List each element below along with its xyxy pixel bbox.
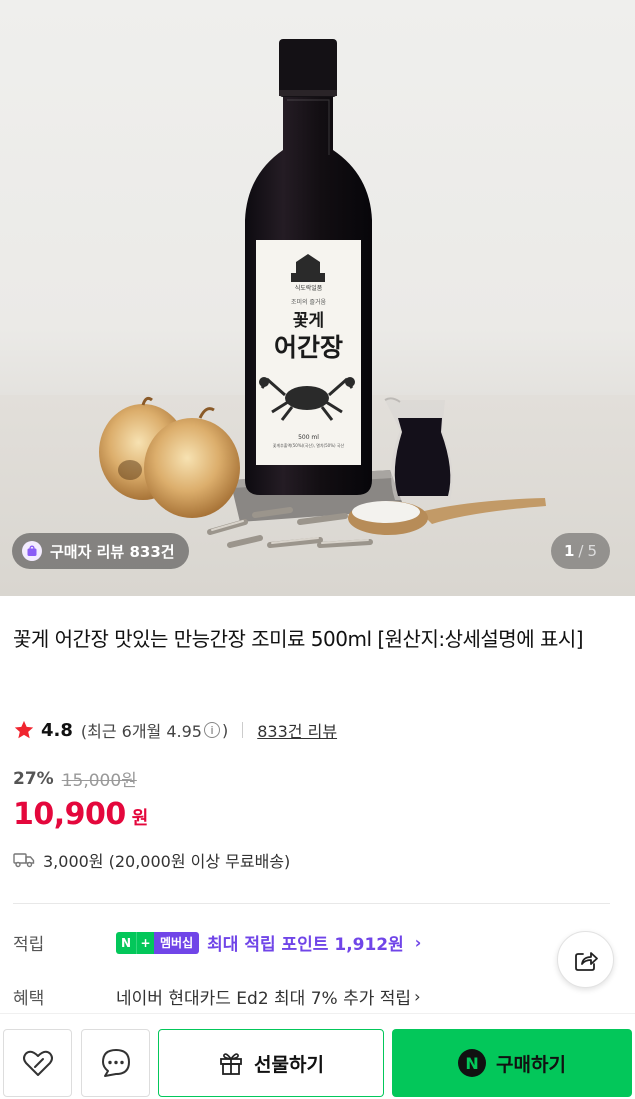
benefit-row[interactable]: 혜택 네이버 현대카드 Ed2 최대 7% 추가 적립 › xyxy=(13,984,420,1009)
share-button[interactable] xyxy=(557,931,614,988)
pager-total: 5 xyxy=(587,542,598,560)
like-button[interactable] xyxy=(3,1029,72,1097)
salt-spoon xyxy=(348,498,546,535)
pager-separator: / xyxy=(578,542,584,560)
recent-rating-suffix: ) xyxy=(222,720,229,740)
rating-score: 4.8 xyxy=(41,719,73,741)
membership-info[interactable]: N + 멤버십 최대 적립 포인트 1,912원 › xyxy=(116,930,421,955)
pager-current: 1 xyxy=(563,542,575,560)
chevron-right-icon: › xyxy=(414,987,421,1006)
soy-pitcher xyxy=(384,397,453,500)
points-label: 적립 xyxy=(13,935,45,955)
recent-rating-prefix: (최근 6개월 4.95 xyxy=(80,722,202,741)
discount-rate: 27% xyxy=(13,768,54,789)
bottle-brand: 식도락일품 xyxy=(294,285,323,292)
buy-label: 구매하기 xyxy=(496,1053,566,1076)
currency-unit: 원 xyxy=(131,808,149,829)
membership-badge-text: 멤버십 xyxy=(154,931,200,954)
membership-badge: N + 멤버십 xyxy=(116,931,200,954)
benefit-label: 혜택 xyxy=(13,989,45,1009)
sale-price: 10,900 xyxy=(13,797,126,832)
gift-label: 선물하기 xyxy=(254,1053,324,1076)
chat-icon xyxy=(101,1049,130,1077)
buy-button[interactable]: N 구매하기 xyxy=(392,1029,632,1097)
max-points-text[interactable]: 최대 적립 포인트 1,912원 xyxy=(207,930,404,955)
truck-icon xyxy=(13,853,35,868)
rating-divider xyxy=(242,722,244,738)
membership-badge-plus: + xyxy=(136,931,154,954)
soy-sauce-bottle xyxy=(245,39,372,495)
talk-button[interactable] xyxy=(81,1029,150,1097)
bottle-volume: 500 ml xyxy=(298,434,319,441)
product-image[interactable]: 식도락일품 조미의 즐거움 꽃게 어간장 500 ml 꽃게추출액(50%)(국… xyxy=(0,0,635,596)
bottom-action-bar: 선물하기 N 구매하기 xyxy=(0,1013,635,1099)
naver-logo-icon: N xyxy=(458,1049,487,1077)
heart-icon xyxy=(22,1050,53,1076)
rating-row: 4.8 (최근 6개월 4.95 i ) 833건 리뷰 xyxy=(13,715,337,745)
product-title: 꽃게 어간장 맛있는 만능간장 조미료 500ml [원산지:상세설명에 표시] xyxy=(13,627,584,651)
buyer-review-badge[interactable]: 구매자 리뷰 833건 xyxy=(12,533,189,569)
card-benefit-text[interactable]: 네이버 현대카드 Ed2 최대 7% 추가 적립 xyxy=(116,984,411,1009)
star-icon xyxy=(14,720,34,739)
points-row[interactable]: 적립 N + 멤버십 최대 적립 포인트 1,912원 › xyxy=(13,930,421,955)
image-pager: 1 / 5 xyxy=(551,533,610,569)
membership-badge-n: N xyxy=(116,931,136,954)
price-row: 10,900 원 xyxy=(13,797,148,832)
shipping-text: 3,000원 (20,000원 이상 무료배송) xyxy=(43,852,291,871)
bottle-name-2: 어간장 xyxy=(273,333,343,362)
bottle-subtitle: 조미의 즐거움 xyxy=(290,299,327,306)
shipping-row: 3,000원 (20,000원 이상 무료배송) xyxy=(13,848,290,872)
bag-icon xyxy=(22,541,42,561)
discount-row: 27% 15,000원 xyxy=(13,766,137,792)
review-count-link[interactable]: 833건 리뷰 xyxy=(257,718,337,742)
info-icon[interactable]: i xyxy=(204,722,220,738)
original-price: 15,000원 xyxy=(61,771,137,791)
section-divider xyxy=(13,903,610,904)
chevron-right-icon: › xyxy=(414,933,422,952)
share-icon xyxy=(574,951,598,971)
review-badge-text: 구매자 리뷰 833건 xyxy=(50,542,175,561)
gift-icon xyxy=(220,1053,242,1075)
bottle-ingredients: 꽃게추출액(50%)(국산), 멸치(50%) 국산 xyxy=(272,443,345,448)
gift-button[interactable]: 선물하기 xyxy=(158,1029,384,1097)
